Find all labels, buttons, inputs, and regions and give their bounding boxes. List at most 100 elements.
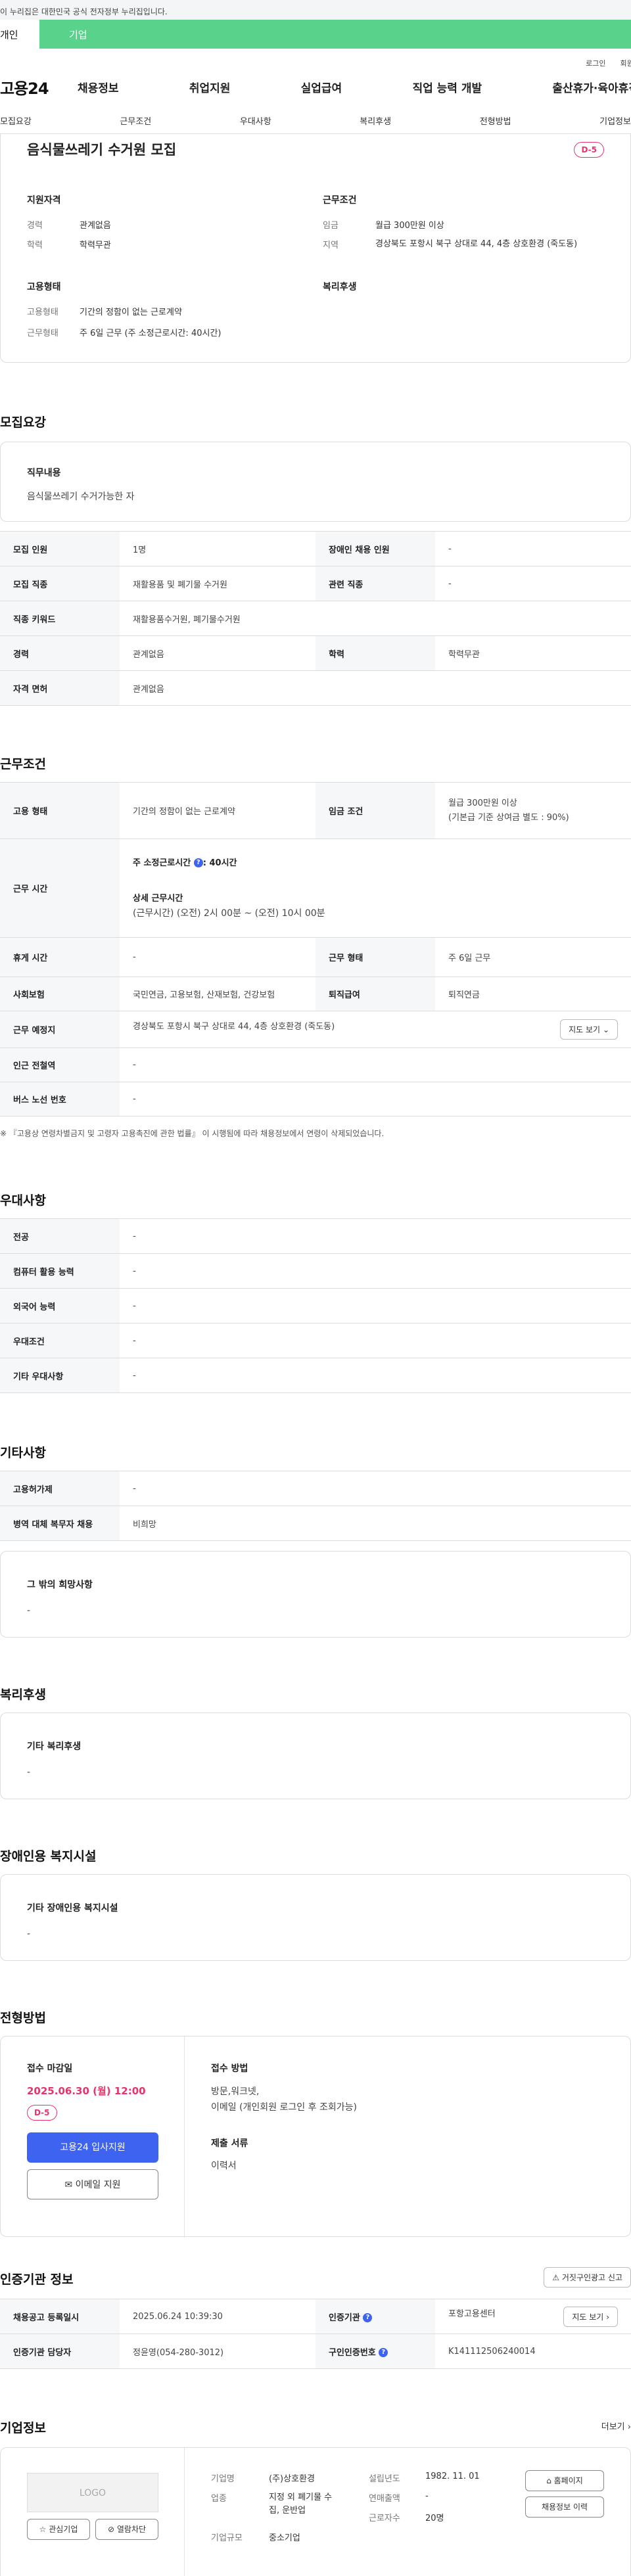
etype-label: 고용형태 <box>27 308 58 317</box>
login-link[interactable]: 로그인 <box>586 59 605 68</box>
more-label: 더보기 <box>601 2422 625 2432</box>
site-logo[interactable]: 고용24 <box>0 76 78 99</box>
education-value: 학력무관 <box>80 241 111 250</box>
docs-label: 제출 서류 <box>211 2138 248 2149</box>
cell-label: 모집 인원 <box>0 531 120 566</box>
wage-bonus-text: (기본급 기준 상여금 별도 : 90%) <box>448 812 569 823</box>
table-row: 고용 형태 기간의 정함이 없는 근로계약 임금 조건 월급 300만원 이상 … <box>0 782 631 839</box>
hours-cell: 주 소정근로시간 ?: 40시간 상세 근무시간 (근무시간) (오전) 2시 … <box>120 839 631 938</box>
info-icon[interactable]: ? <box>363 2313 373 2322</box>
cell-value: 비희망 <box>120 1506 631 1541</box>
anchor-preference[interactable]: 우대사항 <box>240 114 271 127</box>
table-row: 고용허가제 - <box>0 1471 631 1506</box>
anchor-welfare[interactable]: 복리후생 <box>360 114 391 127</box>
block-view-button[interactable]: ⊘ 열람차단 <box>95 2519 158 2540</box>
deadline-label: 접수 마감일 <box>27 2063 73 2074</box>
facility-heading: 장애인용 복지시설 <box>0 1849 97 1864</box>
util-links: 로그인 회원가입 <box>0 49 631 68</box>
cell-label: 자격 면허 <box>0 670 120 706</box>
company-heading: 기업정보 <box>0 2421 46 2435</box>
job-history-button[interactable]: 채용정보 이력 <box>525 2496 604 2518</box>
gnb-unemployment-benefit[interactable]: 실업급여 <box>301 79 342 95</box>
welfare-title: 기타 복리후생 <box>27 1741 82 1752</box>
chevron-down-icon: ⌄ <box>602 1025 609 1034</box>
place-value: 경상북도 포항시 북구 상대로 44, 4층 상호환경 (죽도동) <box>133 1022 335 1032</box>
global-nav: 고용24 채용정보 취업지원 실업급여 직업 능력 개발 출산휴가·육아휴직 <box>0 66 631 108</box>
favorite-company-button[interactable]: ☆ 관심기업 <box>27 2519 90 2540</box>
map-button-label: 지도 보기 <box>569 1025 601 1034</box>
cell-label: 퇴직급여 <box>316 977 435 1011</box>
employees-label: 근로자수 <box>369 2514 400 2523</box>
employees-value: 20명 <box>425 2514 444 2523</box>
other-wish-card: 그 밖의 희망사항 - <box>0 1551 631 1638</box>
anchor-conditions[interactable]: 근무조건 <box>120 114 151 127</box>
info-icon[interactable]: ? <box>193 858 203 867</box>
cell-value: - <box>120 1288 631 1323</box>
cert-map-button[interactable]: 지도 보기 › <box>563 2306 618 2327</box>
cell-value: 관계없음 <box>120 670 631 706</box>
table-row: 모집 직종 재활용품 및 폐기물 수거원 관련 직종 - <box>0 566 631 601</box>
table-row: 우대조건 - <box>0 1323 631 1358</box>
place-cell: 경상북도 포항시 북구 상대로 44, 4층 상호환경 (죽도동) 지도 보기 … <box>120 1011 631 1048</box>
company-name-label: 기업명 <box>211 2474 235 2484</box>
join-link[interactable]: 회원가입 <box>620 59 631 68</box>
region-label: 지역 <box>323 241 339 250</box>
cell-label: 버스 노선 번호 <box>0 1082 120 1116</box>
map-button[interactable]: 지도 보기 ⌄ <box>560 1019 618 1040</box>
cell-value: K141112506240014 <box>435 2334 631 2369</box>
anchor-tabs: 모집요강 근무조건 우대사항 복리후생 전형방법 기업정보 <box>0 108 631 134</box>
info-icon[interactable]: ? <box>379 2348 388 2357</box>
cell-label: 직종 키워드 <box>0 601 120 636</box>
table-row: 경력 관계없음 학력 학력무관 <box>0 635 631 671</box>
cell-label: 경력 <box>0 635 120 671</box>
apply-button[interactable]: 고용24 입사지원 <box>27 2132 158 2163</box>
cell-label: 임금 조건 <box>316 782 435 839</box>
cell-value: - <box>120 1218 631 1254</box>
age-discrimination-note: ※ 『고용상 연령차별금지 및 고령자 고용촉진에 관한 법률』 이 시행됨에 … <box>0 1129 385 1138</box>
cell-label: 전공 <box>0 1218 120 1254</box>
cell-value: 2025.06.24 10:39:30 <box>120 2299 316 2334</box>
gnb-parental-leave[interactable]: 출산휴가·육아휴직 <box>552 79 631 95</box>
cert-org-label: 인증기관 ? <box>316 2299 435 2334</box>
anchor-process[interactable]: 전형방법 <box>480 114 511 127</box>
cell-label: 사회보험 <box>0 977 120 1011</box>
summary-card: 음식물쓰레기 수거원 모집 D-5 지원자격 경력 관계없음 학력 학력무관 근… <box>0 134 631 363</box>
company-more-link[interactable]: 더보기 › <box>601 2420 631 2432</box>
cell-value: 퇴직연금 <box>435 977 631 1011</box>
tab-individual[interactable]: 개인 <box>0 20 39 49</box>
cell-label: 기타 우대사항 <box>0 1358 120 1393</box>
cell-label: 고용허가제 <box>0 1471 120 1506</box>
region-value: 경상북도 포항시 북구 상대로 44, 4층 상호환경 (죽도동) <box>375 239 578 249</box>
cell-label: 채용공고 등록일시 <box>0 2299 120 2334</box>
detail-hours-title: 상세 근무시간 <box>133 893 183 904</box>
cert-num-label: 구인인증번호 ? <box>316 2334 435 2369</box>
process-divider <box>184 2036 185 2238</box>
method-line-2: 이메일 (개인회원 로그인 후 조회가능) <box>211 2102 357 2113</box>
industry-line-2: 집, 운반업 <box>269 2506 306 2516</box>
gnb-employment-support[interactable]: 취업지원 <box>189 79 231 95</box>
process-heading: 전형방법 <box>0 2011 46 2025</box>
email-apply-button[interactable]: ✉ 이메일 지원 <box>27 2169 158 2199</box>
gnb-menu: 채용정보 취업지원 실업급여 직업 능력 개발 출산휴가·육아휴직 <box>78 79 631 95</box>
work-form-value: 주 6일 근무 (주 소정근로시간: 40시간) <box>80 329 222 338</box>
recruit-heading: 모집요강 <box>0 415 46 430</box>
cell-label: 학력 <box>316 635 435 671</box>
cell-value: 학력무관 <box>435 635 631 671</box>
method-value: 방문,워크넷, 이메일 (개인회원 로그인 후 조회가능) <box>211 2084 357 2115</box>
tab-business[interactable]: 기업 <box>39 20 631 49</box>
homepage-button[interactable]: ⌂ 홈페이지 <box>525 2470 604 2491</box>
cell-label: 병역 대체 복무자 채용 <box>0 1506 120 1541</box>
gnb-vocational-training[interactable]: 직업 능력 개발 <box>412 79 482 95</box>
cert-table: 채용공고 등록일시 2025.06.24 10:39:30 인증기관 ? 포항고… <box>0 2299 631 2369</box>
gnb-job-info[interactable]: 채용정보 <box>78 79 119 95</box>
anchor-company[interactable]: 기업정보 <box>599 114 631 127</box>
industry-line-1: 지정 외 폐기물 수 <box>269 2493 333 2502</box>
anchor-recruit[interactable]: 모집요강 <box>0 114 32 127</box>
cell-value: 기간의 정함이 없는 근로계약 <box>120 782 316 839</box>
job-desc-text: 음식물쓰레기 수거가능한 자 <box>27 492 135 502</box>
prefer-heading: 우대사항 <box>0 1193 46 1208</box>
process-card: 접수 마감일 2025.06.30 (월) 12:00 D-5 고용24 입사지… <box>0 2036 631 2238</box>
false-ad-report-button[interactable]: ⚠ 거짓구인광고 신고 <box>544 2267 631 2288</box>
prefer-table: 전공 - 컴퓨터 활용 능력 - 외국어 능력 - 우대조건 - 기타 우대사항 - <box>0 1218 631 1393</box>
company-name-value: (주)상호환경 <box>269 2474 315 2484</box>
